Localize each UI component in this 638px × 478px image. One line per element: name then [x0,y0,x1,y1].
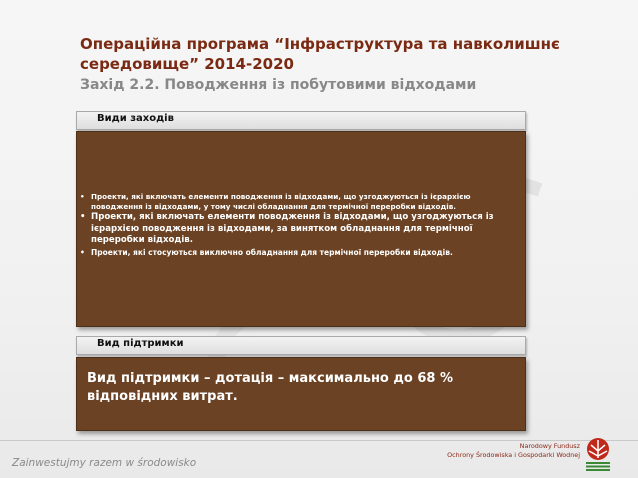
measures-content-box: Проекти, які включать елементи поводженн… [76,131,526,327]
list-item: Проекти, які включать елементи поводженн… [77,212,525,247]
measures-header-label: Види заходів [97,113,174,124]
footer-slogan: Zainwestujmy razem w środowisko [12,457,197,469]
support-text: Вид підтримки – дотація – максимально до… [87,371,453,404]
measures-list: Проекти, які включать елементи поводженн… [77,192,525,258]
support-content-box: Вид підтримки – дотація – максимально до… [76,357,526,431]
support-header-bar: Вид підтримки [76,336,526,355]
list-item: Проекти, які включать елементи поводженн… [77,192,525,212]
slide-title: Операційна програма “Інфраструктура та н… [80,35,560,73]
list-item: Проекти, які стосуються виключно обладна… [77,247,525,258]
measures-header-bar: Види заходів [76,111,526,130]
footer-divider [0,440,638,441]
slide-subtitle: Захід 2.2. Поводження із побутовими відх… [80,77,477,93]
support-header-label: Вид підтримки [97,338,184,349]
fund-name-line2: Ochrony Środowiska i Gospodarki Wodnej [447,451,580,459]
nfosigw-logo-icon [586,438,610,471]
fund-name: Narodowy Fundusz Ochrony Środowiska i Go… [447,442,580,460]
fund-name-line1: Narodowy Fundusz [519,442,580,450]
